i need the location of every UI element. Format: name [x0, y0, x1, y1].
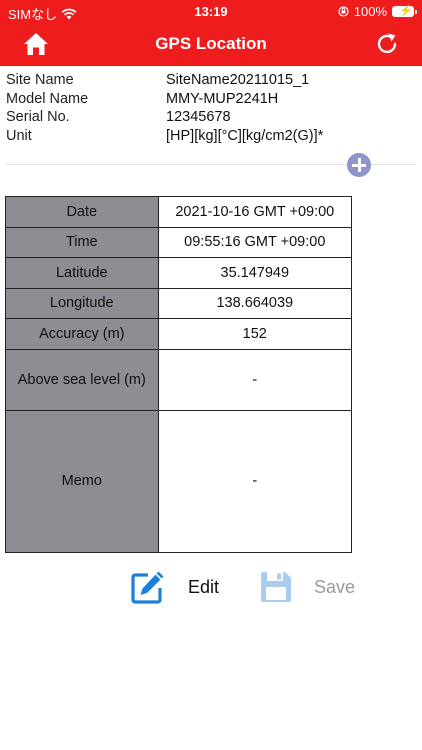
save-icon	[261, 572, 291, 602]
battery-icon: ⚡	[392, 5, 417, 17]
table-row: Time 09:55:16 GMT +09:00	[5, 226, 353, 258]
table-key: Accuracy (m)	[5, 318, 159, 350]
table-row: Longitude 138.664039	[5, 287, 353, 319]
info-row-model-name: Model Name MMY-MUP2241H	[6, 90, 416, 109]
info-value: [HP][kg][°C][kg/cm2(G)]*	[166, 127, 324, 144]
table-row: Memo -	[5, 409, 353, 553]
info-value: MMY-MUP2241H	[166, 90, 279, 107]
edit-icon	[131, 571, 164, 604]
edit-button[interactable]: Edit	[130, 569, 219, 605]
table-value: -	[157, 348, 353, 411]
save-button[interactable]: Save	[258, 569, 355, 605]
info-row-unit: Unit [HP][kg][°C][kg/cm2(G)]*	[6, 127, 416, 146]
gps-table: Date 2021-10-16 GMT +09:00 Time 09:55:16…	[5, 196, 353, 553]
info-value: SiteName20211015_1	[166, 72, 310, 88]
site-info: Site Name SiteName20211015_1 Model Name …	[6, 71, 416, 145]
table-key: Above sea level (m)	[5, 348, 159, 411]
edit-label: Edit	[188, 576, 220, 597]
table-value: 2021-10-16 GMT +09:00	[157, 196, 353, 228]
table-row: Above sea level (m) -	[5, 348, 353, 411]
table-value: 152	[157, 318, 353, 350]
table-key: Time	[5, 226, 159, 258]
info-value: 12345678	[166, 109, 231, 125]
table-key: Latitude	[5, 257, 159, 289]
info-label: Unit	[6, 127, 32, 144]
table-value: 138.664039	[157, 287, 353, 319]
table-key: Memo	[5, 409, 159, 553]
refresh-icon[interactable]	[374, 31, 400, 57]
status-bar: SIMなし 13:19 100% ⚡	[0, 0, 422, 22]
table-key: Date	[5, 196, 159, 228]
table-value: 35.147949	[157, 257, 353, 289]
battery-percent: 100%	[353, 4, 387, 19]
orientation-lock-icon	[338, 6, 349, 17]
table-value: 09:55:16 GMT +09:00	[157, 226, 353, 258]
table-key: Longitude	[5, 287, 159, 319]
table-value: -	[157, 409, 353, 553]
info-row-serial-no: Serial No. 12345678	[6, 108, 416, 127]
info-row-site-name: Site Name SiteName20211015_1	[6, 71, 416, 90]
add-icon[interactable]	[347, 153, 371, 177]
save-label: Save	[314, 576, 356, 597]
info-label: Site Name	[6, 72, 74, 88]
table-row: Accuracy (m) 152	[5, 318, 353, 350]
nav-bar: GPS Location	[0, 22, 422, 66]
info-label: Model Name	[6, 90, 89, 107]
page-title: GPS Location	[155, 34, 267, 53]
table-row: Latitude 35.147949	[5, 257, 353, 289]
table-row: Date 2021-10-16 GMT +09:00	[5, 196, 353, 228]
status-right: 100% ⚡	[338, 4, 417, 19]
info-label: Serial No.	[6, 109, 70, 125]
